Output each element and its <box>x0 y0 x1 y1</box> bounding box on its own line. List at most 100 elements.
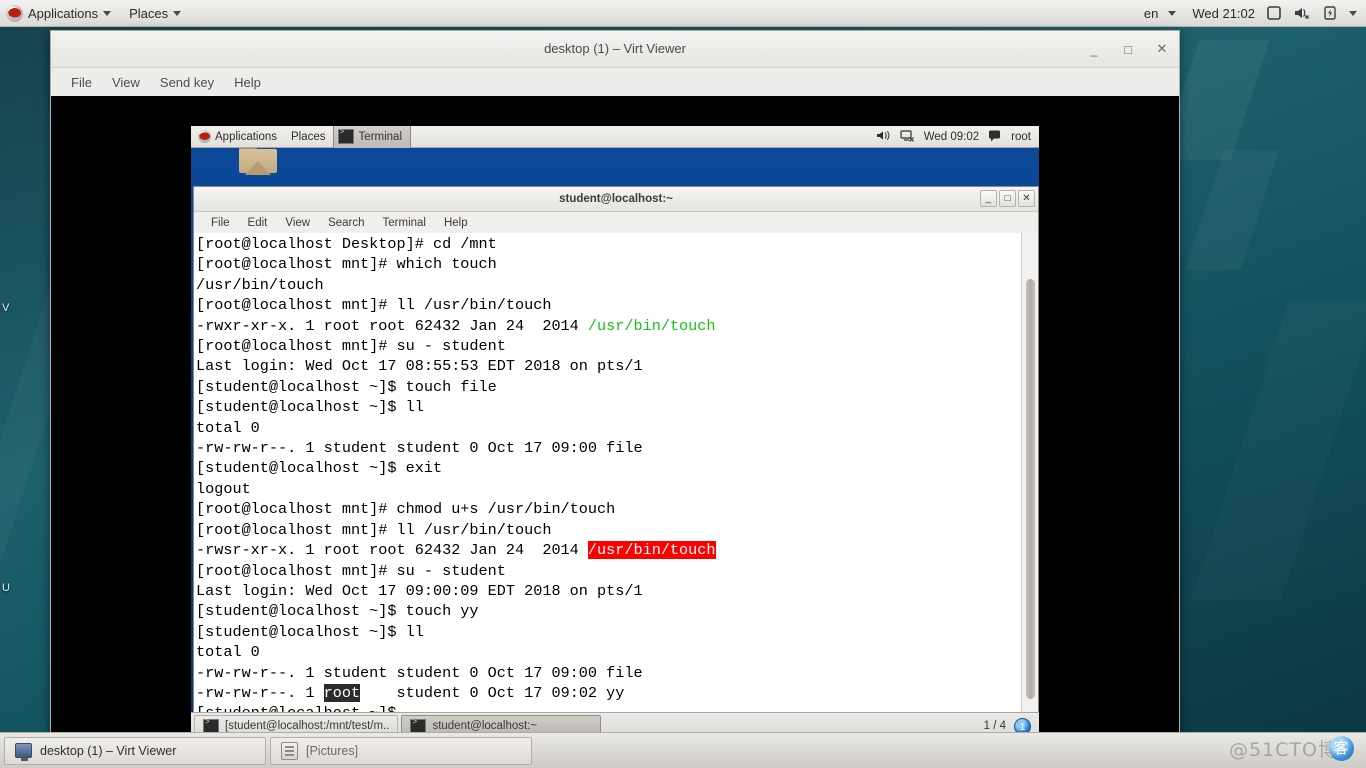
host-clock[interactable]: Wed 21:02 <box>1192 6 1255 21</box>
terminal-minimize-button[interactable]: _ <box>980 190 997 207</box>
vm-window-list-terminal[interactable]: Terminal <box>332 126 412 148</box>
maximize-button[interactable]: □ <box>1119 42 1137 57</box>
terminal-line: [student@localhost ~]$ exit <box>196 458 1016 478</box>
vm-places-menu[interactable]: Places <box>284 126 333 148</box>
terminal-text-segment: [root@localhost mnt]# which touch <box>196 255 497 274</box>
terminal-text-segment: total 0 <box>196 643 260 662</box>
watermark: @51CTO博 客 <box>1229 735 1354 762</box>
terminal-text-segment: -rwsr-xr-x. 1 root root 62432 Jan 24 201… <box>196 541 588 560</box>
terminal-scrollbar-thumb[interactable] <box>1026 279 1035 699</box>
vm-top-panel: Applications Places Terminal <box>191 126 1039 148</box>
terminal-text-segment: Last login: Wed Oct 17 08:55:53 EDT 2018… <box>196 357 643 376</box>
terminal-menubar: File Edit View Search Terminal Help <box>194 212 1038 235</box>
terminal-line: -rwxr-xr-x. 1 root root 62432 Jan 24 201… <box>196 316 1016 336</box>
host-taskbar-item-pictures[interactable]: [Pictures] <box>270 736 532 765</box>
terminal-line: [root@localhost Desktop]# cd /mnt <box>196 234 1016 254</box>
terminal-line: /usr/bin/touch <box>196 275 1016 295</box>
terminal-text-segment: [student@localhost ~]$ touch file <box>196 377 497 396</box>
host-taskbar-item-virt-viewer-label: desktop (1) – Virt Viewer <box>40 743 177 758</box>
terminal-line: [root@localhost mnt]# ll /usr/bin/touch <box>196 520 1016 540</box>
desktop-icon-label-1[interactable]: V <box>2 302 9 314</box>
terminal-title: student@localhost:~ <box>559 193 673 205</box>
minimize-button[interactable]: _ <box>1085 42 1103 57</box>
terminal-line: -rw-rw-r--. 1 student student 0 Oct 17 0… <box>196 438 1016 458</box>
terminal-text-segment: [root@localhost mnt]# ll /usr/bin/touch <box>196 296 552 315</box>
menu-view[interactable]: View <box>102 75 150 90</box>
terminal-text-segment: [student@localhost ~]$ touch yy <box>196 602 479 621</box>
monitor-icon <box>15 743 32 761</box>
terminal-output-area[interactable]: [root@localhost Desktop]# cd /mnt [root@l… <box>194 233 1038 730</box>
terminal-window-buttons: _ □ ✕ <box>980 190 1035 207</box>
host-taskbar-item-virt-viewer[interactable]: desktop (1) – Virt Viewer <box>4 736 266 765</box>
volume-muted-icon[interactable] <box>1293 5 1311 21</box>
host-places-label: Places <box>129 5 169 21</box>
terminal-text: [root@localhost Desktop]# cd /mnt [root@l… <box>196 234 1016 724</box>
chevron-down-icon[interactable] <box>1168 10 1177 16</box>
terminal-scrollbar[interactable] <box>1021 233 1038 730</box>
terminal-menu-terminal[interactable]: Terminal <box>374 217 435 229</box>
battery-icon[interactable] <box>1321 5 1339 21</box>
display-icon[interactable] <box>1265 5 1283 21</box>
terminal-menu-help[interactable]: Help <box>435 217 477 229</box>
terminal-menu-file[interactable]: File <box>202 217 239 229</box>
terminal-line: -rwsr-xr-x. 1 root root 62432 Jan 24 201… <box>196 540 1016 560</box>
vm-volume-icon[interactable] <box>876 129 891 145</box>
virt-viewer-menubar: File View Send key Help <box>51 68 1179 97</box>
terminal-line: [student@localhost ~]$ ll <box>196 397 1016 417</box>
watermark-text: @51CTO博 <box>1228 739 1338 761</box>
chevron-down-icon <box>173 10 182 16</box>
menu-file[interactable]: File <box>61 75 102 90</box>
terminal-text-segment: [root@localhost mnt]# su - student <box>196 337 506 356</box>
vm-applications-menu[interactable]: Applications <box>191 126 284 148</box>
terminal-text-segment: [root@localhost mnt]# chmod u+s /usr/bin… <box>196 500 616 519</box>
chevron-down-icon[interactable] <box>1349 10 1357 16</box>
vm-clock[interactable]: Wed 09:02 <box>924 131 979 143</box>
terminal-line: [student@localhost ~]$ ll <box>196 622 1016 642</box>
terminal-line: total 0 <box>196 642 1016 662</box>
virt-viewer-titlebar[interactable]: desktop (1) – Virt Viewer _ □ ✕ <box>51 31 1179 68</box>
terminal-menu-view[interactable]: View <box>276 217 319 229</box>
terminal-icon <box>337 128 354 144</box>
pictures-icon <box>281 741 298 760</box>
terminal-text-segment: -rw-rw-r--. 1 <box>196 683 324 702</box>
terminal-text-segment: [root@localhost mnt]# ll /usr/bin/touch <box>196 520 552 539</box>
terminal-text-segment: /usr/bin/touch <box>196 275 324 294</box>
vm-viewport[interactable]: Applications Places Terminal <box>51 96 1179 739</box>
vm-network-disconnected-icon[interactable] <box>900 129 915 145</box>
keyboard-layout-indicator[interactable]: en <box>1144 6 1158 21</box>
terminal-text-segment: student 0 Oct 17 09:02 yy <box>360 683 625 702</box>
menu-send-key[interactable]: Send key <box>150 75 224 90</box>
virt-viewer-window: desktop (1) – Virt Viewer _ □ ✕ File Vie… <box>50 30 1180 740</box>
watermark-badge: 客 <box>1329 736 1354 761</box>
virt-viewer-window-buttons: _ □ ✕ <box>1085 31 1171 67</box>
virt-viewer-title: desktop (1) – Virt Viewer <box>544 41 686 56</box>
menu-help[interactable]: Help <box>224 75 271 90</box>
terminal-menu-edit[interactable]: Edit <box>239 217 277 229</box>
terminal-highlight-inverse: root <box>323 683 361 702</box>
terminal-maximize-button[interactable]: □ <box>999 190 1016 207</box>
terminal-titlebar[interactable]: student@localhost:~ _ □ ✕ <box>194 187 1038 212</box>
host-taskbar-item-pictures-label: [Pictures] <box>306 743 359 758</box>
host-applications-menu[interactable]: Applications <box>0 0 120 27</box>
terminal-text-segment: [student@localhost ~]$ ll <box>196 622 424 641</box>
terminal-line: logout <box>196 479 1016 499</box>
vm-places-label: Places <box>291 130 326 143</box>
terminal-text-segment: logout <box>196 479 251 498</box>
terminal-line: [root@localhost mnt]# ll /usr/bin/touch <box>196 295 1016 315</box>
terminal-line: -rw-rw-r--. 1 root student 0 Oct 17 09:0… <box>196 683 1016 703</box>
wallpaper-streak <box>1185 150 1280 270</box>
terminal-close-button[interactable]: ✕ <box>1018 190 1035 207</box>
close-button[interactable]: ✕ <box>1153 41 1171 57</box>
terminal-text-segment: [student@localhost ~]$ exit <box>196 459 443 478</box>
terminal-text-segment: Last login: Wed Oct 17 09:00:09 EDT 2018… <box>196 581 643 600</box>
terminal-menu-search[interactable]: Search <box>319 217 373 229</box>
vm-user-icon <box>988 129 1002 145</box>
desktop-icon-label-2[interactable]: U <box>2 582 10 594</box>
vm-taskbar-item-1-label: [student@localhost:/mnt/test/m.. <box>225 720 390 732</box>
vm-user-label[interactable]: root <box>1011 131 1031 143</box>
host-places-menu[interactable]: Places <box>120 0 190 27</box>
terminal-line: [student@localhost ~]$ touch file <box>196 377 1016 397</box>
host-applications-label: Applications <box>28 5 99 21</box>
terminal-line: [root@localhost mnt]# chmod u+s /usr/bin… <box>196 499 1016 519</box>
vm-screen[interactable]: Applications Places Terminal <box>191 126 1039 739</box>
